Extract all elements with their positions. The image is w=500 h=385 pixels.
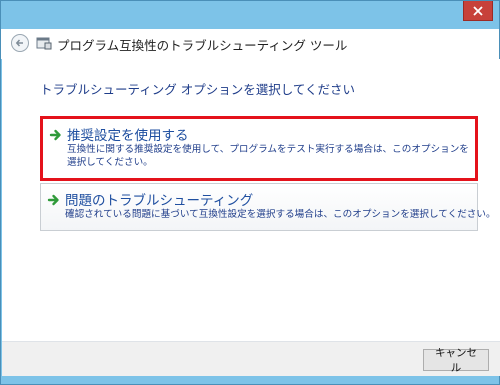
option-description: 互換性に関する推奨設定を使用して、プログラムをテスト実行する場合は、このオプショ… [67, 144, 469, 168]
footer-bar: キャンセル [2, 341, 500, 376]
option-title: 推奨設定を使用する [67, 128, 189, 144]
back-arrow-icon [15, 39, 23, 47]
option-title: 問題のトラブルシューティング [65, 193, 254, 209]
option-use-recommended-settings[interactable]: 推奨設定を使用する 互換性に関する推奨設定を使用して、プログラムをテスト実行する… [40, 116, 478, 181]
title-bar[interactable] [1, 1, 499, 29]
window-title: プログラム互換性のトラブルシューティング ツール [57, 38, 348, 53]
troubleshooter-window: プログラム互換性のトラブルシューティング ツール トラブルシューティング オプシ… [0, 0, 500, 385]
page-heading: トラブルシューティング オプションを選択してください [40, 82, 355, 97]
close-button[interactable] [463, 1, 493, 21]
close-icon [473, 5, 483, 16]
green-arrow-icon [47, 194, 59, 206]
content-area: トラブルシューティング オプションを選択してください 推奨設定を使用する 互換性… [2, 59, 500, 341]
troubleshooter-app-icon [36, 37, 52, 50]
green-arrow-icon [49, 129, 61, 141]
navigation-bar: プログラム互換性のトラブルシューティング ツール [1, 29, 499, 59]
cancel-button[interactable]: キャンセル [423, 347, 489, 374]
option-troubleshoot-problems[interactable]: 問題のトラブルシューティング 確認されている問題に基づいて互換性設定を選択する場… [40, 183, 496, 231]
back-button[interactable] [11, 34, 29, 52]
option-description: 確認されている問題に基づいて互換性設定を選択する場合は、このオプションを選択して… [65, 209, 496, 220]
